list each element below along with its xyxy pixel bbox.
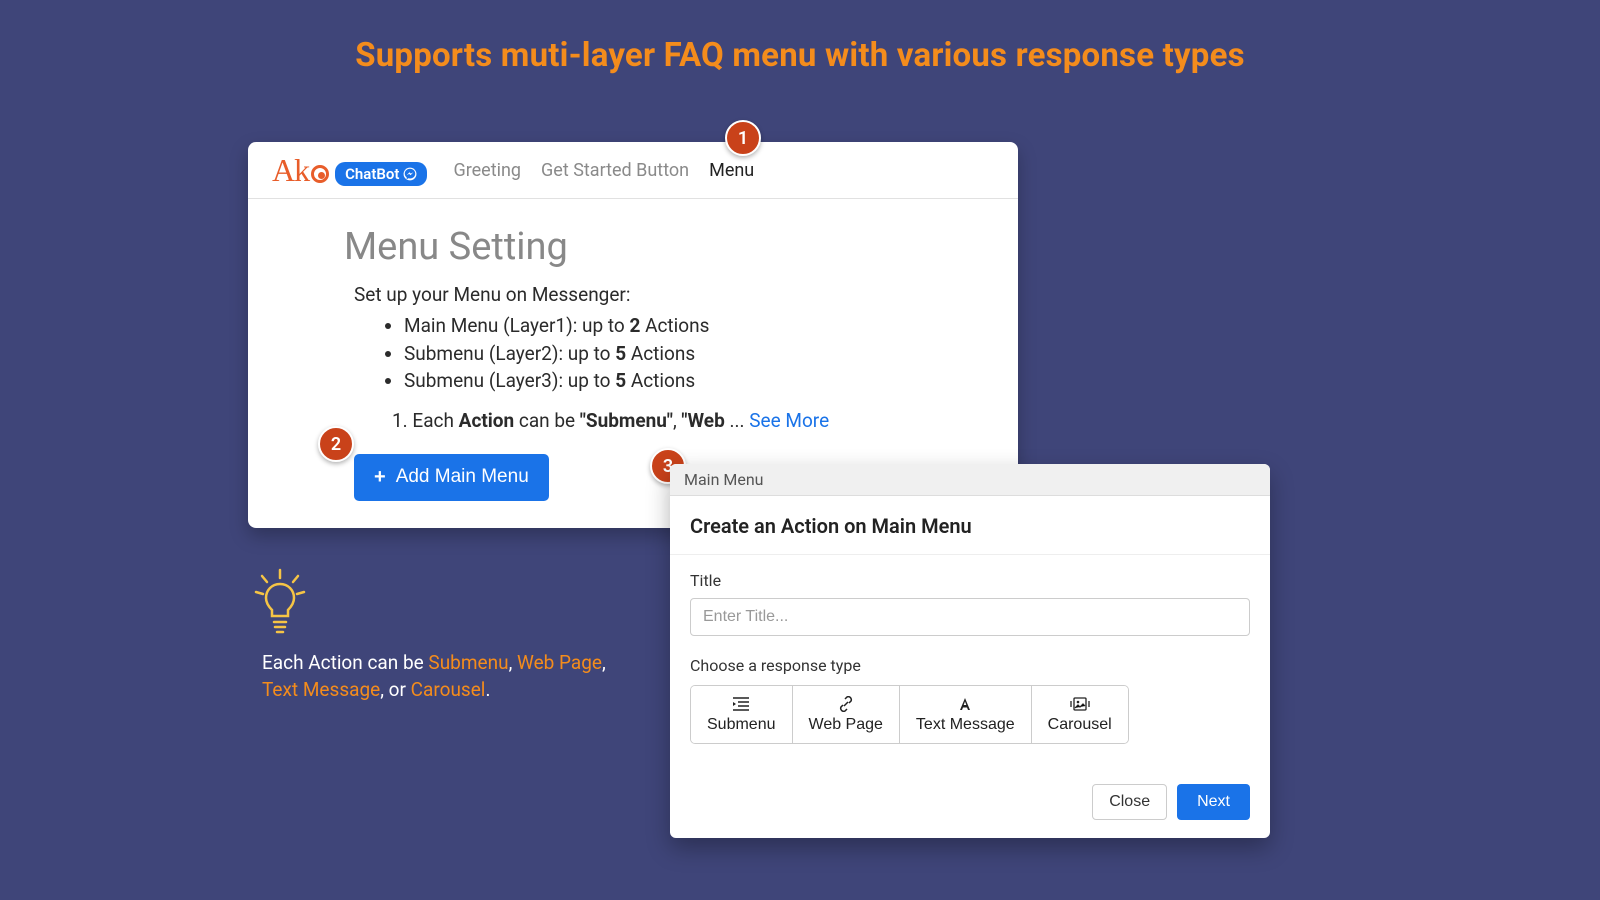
tip-text: Each Action can be Submenu, Web Page, Te…: [262, 650, 642, 703]
title-label: Title: [690, 571, 1250, 590]
list-indent-icon: [732, 696, 750, 712]
logo-text: Ak: [272, 152, 309, 189]
tip-textmessage: Text Message: [262, 678, 380, 701]
plus-icon: +: [374, 466, 386, 489]
chatbot-badge-label: ChatBot: [345, 165, 399, 183]
ako-logo: Ak: [272, 152, 329, 189]
add-main-menu-button[interactable]: + Add Main Menu: [354, 454, 549, 501]
dialog-tabbar: Main Menu: [670, 464, 1270, 496]
menu-setting-title: Menu Setting: [344, 225, 968, 269]
chatbot-badge: ChatBot: [335, 162, 427, 186]
panel-body: Menu Setting Set up your Menu on Messeng…: [248, 199, 1018, 501]
action-note: 1. Each Action can be "Submenu", "Web ..…: [392, 409, 968, 432]
tab-get-started[interactable]: Get Started Button: [541, 160, 689, 181]
see-more-link[interactable]: See More: [749, 409, 829, 432]
create-action-dialog: Main Menu Create an Action on Main Menu …: [670, 464, 1270, 838]
response-webpage-label: Web Page: [809, 716, 883, 734]
response-submenu-label: Submenu: [707, 716, 776, 734]
font-icon: [957, 696, 973, 712]
response-textmessage-button[interactable]: Text Message: [900, 686, 1032, 743]
logo-eye-icon: [311, 165, 329, 183]
tab-menu[interactable]: Menu: [709, 160, 754, 181]
carousel-icon: [1070, 696, 1090, 712]
tip-webpage: Web Page: [517, 651, 602, 674]
annotation-2: 2: [318, 426, 354, 462]
dialog-body: Title Choose a response type Submenu Web…: [670, 555, 1270, 744]
response-carousel-button[interactable]: Carousel: [1032, 686, 1128, 743]
panel-header: Ak ChatBot Greeting Get Started Button M…: [248, 142, 1018, 199]
tip-submenu: Submenu: [428, 651, 508, 674]
annotation-1: 1: [725, 120, 761, 156]
layer-bullets: Main Menu (Layer1): up to 2 Actions Subm…: [404, 312, 968, 395]
tip-carousel: Carousel: [411, 678, 486, 701]
next-button[interactable]: Next: [1177, 784, 1250, 820]
response-type-group: Submenu Web Page Text Message Carousel: [690, 685, 1129, 744]
lightbulb-icon: [252, 568, 308, 642]
response-webpage-button[interactable]: Web Page: [793, 686, 900, 743]
link-icon: [838, 696, 854, 712]
bullet-layer2: Submenu (Layer2): up to 5 Actions: [404, 340, 968, 368]
title-input[interactable]: [690, 598, 1250, 636]
response-textmessage-label: Text Message: [916, 716, 1015, 734]
dialog-tab-mainmenu[interactable]: Main Menu: [684, 470, 763, 489]
dialog-title: Create an Action on Main Menu: [670, 496, 1270, 555]
menu-setting-desc: Set up your Menu on Messenger:: [354, 283, 968, 306]
response-carousel-label: Carousel: [1048, 716, 1112, 734]
bullet-layer1: Main Menu (Layer1): up to 2 Actions: [404, 312, 968, 340]
messenger-icon: [403, 167, 417, 181]
response-submenu-button[interactable]: Submenu: [691, 686, 793, 743]
dialog-footer: Close Next: [670, 744, 1270, 838]
tab-greeting[interactable]: Greeting: [453, 160, 521, 181]
add-main-menu-label: Add Main Menu: [396, 466, 529, 488]
tab-bar: Greeting Get Started Button Menu: [453, 160, 754, 181]
close-button[interactable]: Close: [1092, 784, 1167, 820]
response-type-label: Choose a response type: [690, 656, 1250, 675]
bullet-layer3: Submenu (Layer3): up to 5 Actions: [404, 367, 968, 395]
page-headline: Supports muti-layer FAQ menu with variou…: [0, 0, 1600, 75]
